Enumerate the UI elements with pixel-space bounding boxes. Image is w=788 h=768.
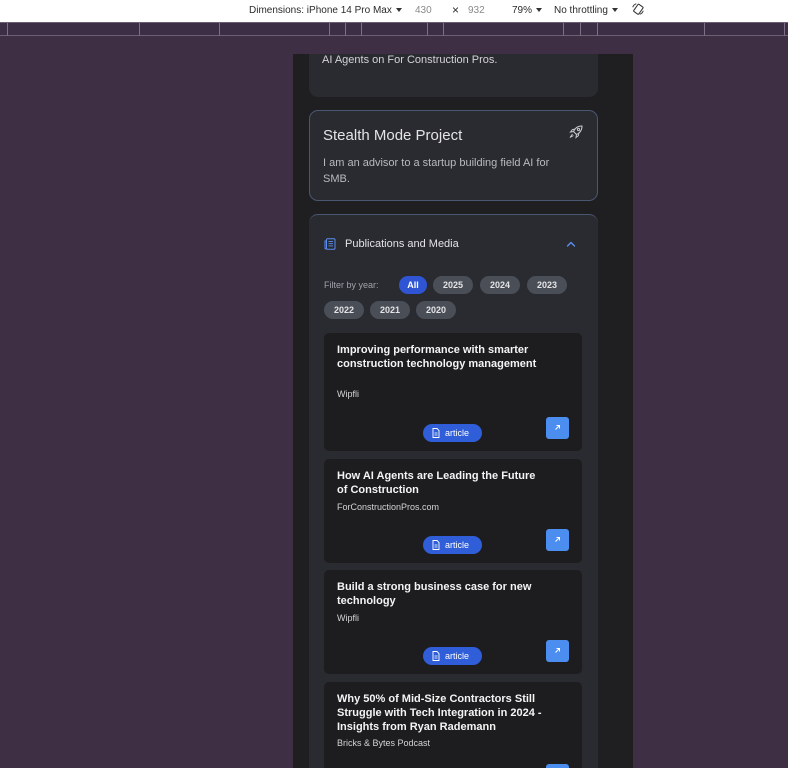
stealth-title: Stealth Mode Project [323,127,463,144]
media-query-ruler [0,22,788,36]
throttling-select[interactable]: No throttling [554,5,618,16]
year-filter-all[interactable]: All [399,276,427,294]
chevron-up-icon[interactable] [566,240,576,248]
rocket-icon [569,125,583,139]
publications-title: Publications and Media [345,238,459,250]
open-link-button[interactable] [546,640,569,662]
document-icon [432,651,440,661]
publication-source: Bricks & Bytes Podcast [337,738,431,748]
year-filter-2025[interactable]: 2025 [433,276,473,294]
rotate-icon[interactable] [631,2,645,16]
type-badge-label: article [445,651,470,661]
publication-source: Wipfli [337,613,359,623]
stealth-project-card: Stealth Mode Project I am an advisor to … [309,110,598,201]
open-link-button[interactable] [546,764,569,768]
external-link-icon [555,648,560,653]
zoom-label: 79% [512,5,533,16]
open-link-button[interactable] [546,529,569,551]
device-dimensions-select[interactable]: Dimensions: iPhone 14 Pro Max [249,5,402,16]
publication-item: Why 50% of Mid-Size Contractors Still St… [324,682,582,768]
publication-item: Improving performance with smarter const… [324,333,582,451]
year-filter-2021[interactable]: 2021 [370,301,410,319]
height-input[interactable]: 932 [468,5,485,16]
throttling-label: No throttling [554,5,608,16]
publication-title: Improving performance with smarter const… [337,344,537,370]
newspaper-icon [324,238,336,250]
year-filter-2022[interactable]: 2022 [324,301,364,319]
type-badge-label: article [445,428,470,438]
publication-source: Wipfli [337,389,359,399]
chevron-down-icon [611,8,618,13]
device-viewport: AI Agents on For Construction Pros. Stea… [293,54,633,768]
publication-source: ForConstructionPros.com [337,502,440,512]
type-badge: article [423,424,482,442]
publications-card: Publications and Media Filter by year: A… [309,214,598,768]
publication-item: Build a strong business case for new tec… [324,570,582,674]
previous-project-card: AI Agents on For Construction Pros. [309,54,598,97]
width-input[interactable]: 430 [415,5,432,16]
document-icon [432,540,440,550]
stealth-description: I am an advisor to a startup building fi… [323,157,550,185]
publications-header[interactable]: Publications and Media [309,215,598,271]
type-badge: article [423,647,482,665]
chevron-down-icon [395,8,402,13]
times-symbol: × [452,3,460,17]
publication-title: How AI Agents are Leading the Future of … [337,470,536,496]
year-filter-2024[interactable]: 2024 [480,276,520,294]
year-filter-2023[interactable]: 2023 [527,276,567,294]
device-dimensions-label: Dimensions: iPhone 14 Pro Max [249,5,392,16]
previous-card-text: AI Agents on For Construction Pros. [322,54,498,66]
publication-item: How AI Agents are Leading the Future of … [324,459,582,563]
filter-label: Filter by year: [324,280,379,290]
publication-title: Build a strong business case for new tec… [337,581,532,607]
devtools-toolbar: Dimensions: iPhone 14 Pro Max 430 × 932 … [0,0,788,22]
document-icon [432,428,440,438]
open-link-button[interactable] [546,417,569,439]
year-filter-2020[interactable]: 2020 [416,301,456,319]
chevron-down-icon [536,8,543,13]
external-link-icon [555,537,560,542]
publication-title: Why 50% of Mid-Size Contractors Still St… [337,693,542,733]
external-link-icon [555,425,560,430]
type-badge: article [423,536,482,554]
zoom-select[interactable]: 79% [512,5,543,16]
type-badge-label: article [445,540,470,550]
